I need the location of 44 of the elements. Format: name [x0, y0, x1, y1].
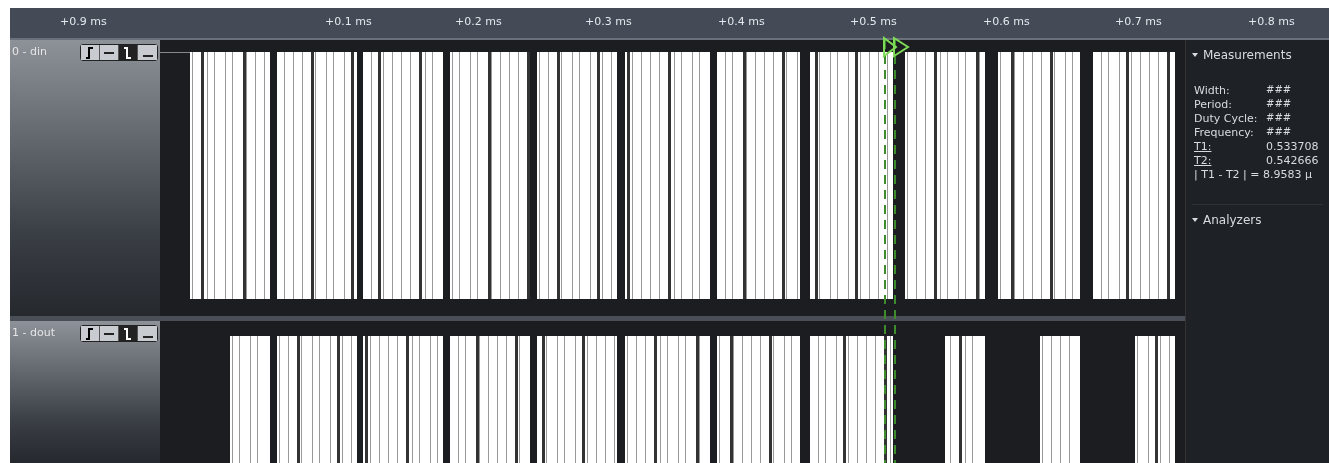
time-tick-label: +0.2 ms	[455, 15, 502, 28]
high-level-button[interactable]	[100, 326, 119, 341]
measurement-label: Period:	[1194, 98, 1233, 112]
low-level-icon	[142, 335, 153, 339]
low-level-button[interactable]	[138, 326, 157, 341]
time-difference-text: | T1 - T2 | = 8.9583 µ	[1194, 168, 1313, 182]
measurement-value: 0.542666	[1266, 154, 1319, 168]
low-level-icon	[142, 54, 153, 58]
measurement-value: ###	[1266, 84, 1292, 97]
low-level-button[interactable]	[138, 45, 157, 60]
measurement-label: Width:	[1194, 84, 1231, 98]
measurement-label: Duty Cycle:	[1194, 112, 1259, 126]
measurement-value: 0.533708	[1266, 140, 1319, 154]
time-tick-label: +0.9 ms	[60, 15, 107, 28]
falling-edge-icon	[123, 327, 133, 340]
section-header[interactable]: Analyzers	[1192, 211, 1262, 229]
time-tick-label: +0.6 ms	[983, 15, 1030, 28]
high-level-button[interactable]	[100, 45, 119, 60]
time-tick-label: +0.8 ms	[1248, 15, 1295, 28]
time-tick-label: +0.5 ms	[850, 15, 897, 28]
high-level-icon	[104, 331, 114, 336]
measurement-label: T2:	[1194, 154, 1213, 168]
rising-edge-button[interactable]	[81, 326, 100, 341]
channel-name: 0 - din	[12, 45, 47, 58]
falling-edge-icon	[123, 46, 133, 59]
time-tick-label: +0.7 ms	[1115, 15, 1162, 28]
time-tick-label: +0.4 ms	[718, 15, 765, 28]
rising-edge-icon	[85, 327, 95, 340]
time-tick-label: +0.3 ms	[585, 15, 632, 28]
section-header[interactable]: Measurements	[1192, 46, 1292, 64]
channel-name: 1 - dout	[12, 326, 55, 339]
high-level-icon	[104, 50, 114, 55]
measurement-value: ###	[1266, 98, 1292, 111]
measurement-value: ###	[1266, 112, 1292, 125]
measurement-value: ###	[1266, 126, 1292, 139]
falling-edge-button[interactable]	[119, 45, 138, 60]
rising-edge-button[interactable]	[81, 45, 100, 60]
cursor-marker-icon[interactable]	[882, 36, 912, 58]
time-tick-label: +0.1 ms	[325, 15, 372, 28]
rising-edge-icon	[85, 46, 95, 59]
measurement-label: Frequency:	[1194, 126, 1255, 140]
cursor-line[interactable]	[883, 40, 897, 463]
falling-edge-button[interactable]	[119, 326, 138, 341]
measurement-label: T1:	[1194, 140, 1213, 154]
